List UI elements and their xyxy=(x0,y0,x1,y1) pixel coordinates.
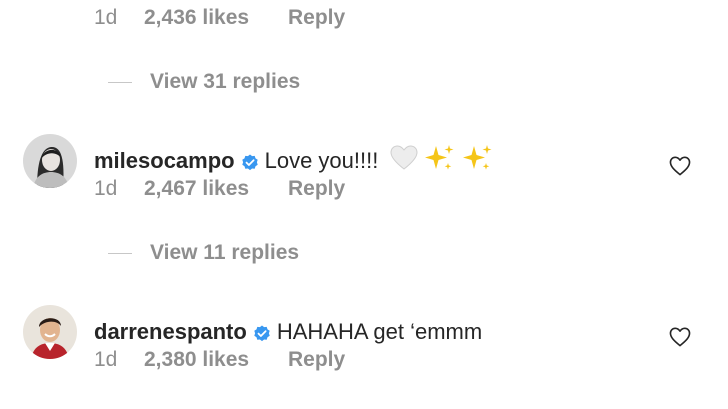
comment-text: HAHAHA get ‘emmm xyxy=(276,319,483,344)
comment-time: 1d xyxy=(94,6,118,29)
view-replies-label: View 31 replies xyxy=(150,70,301,93)
comment-meta-top: 1d 2,436 likes Reply xyxy=(94,6,345,30)
like-heart-icon[interactable] xyxy=(669,327,691,347)
comment-time: 1d xyxy=(94,348,118,371)
verified-badge-icon xyxy=(241,152,259,171)
verified-badge-icon xyxy=(253,323,271,342)
comment-content: darrenespanto HAHAHA get ‘emmm xyxy=(94,319,482,345)
reply-button[interactable]: Reply xyxy=(288,348,345,372)
avatar[interactable] xyxy=(23,134,77,188)
comment-likes[interactable]: 2,380 likes xyxy=(144,348,288,372)
username[interactable]: darrenespanto xyxy=(94,319,247,345)
reply-button[interactable]: Reply xyxy=(288,6,345,30)
like-heart-icon[interactable] xyxy=(669,156,691,176)
avatar[interactable] xyxy=(23,305,77,359)
sparkles-icon xyxy=(422,144,456,178)
sparkles-icon xyxy=(460,144,494,178)
comment-likes[interactable]: 2,436 likes xyxy=(144,6,288,30)
view-replies-button[interactable]: View 31 replies xyxy=(108,70,300,94)
comment-meta-darrenespanto: 1d 2,380 likes Reply xyxy=(94,348,345,372)
white-heart-icon xyxy=(390,145,418,177)
divider-line xyxy=(108,81,132,83)
reply-button[interactable]: Reply xyxy=(288,177,345,201)
comment-content: milesocampo Love you!!!! 🤍 ✨ ✨ xyxy=(94,144,494,178)
username[interactable]: milesocampo xyxy=(94,148,235,174)
comment-time: 1d xyxy=(94,177,118,200)
comment-likes[interactable]: 2,467 likes xyxy=(144,177,288,201)
comment-meta-milesocampo: 1d 2,467 likes Reply xyxy=(94,177,345,201)
view-replies-button[interactable]: View 11 replies xyxy=(108,241,299,265)
comment-text: Love you!!!! xyxy=(264,148,379,173)
view-replies-label: View 11 replies xyxy=(150,241,300,264)
divider-line xyxy=(108,252,132,254)
